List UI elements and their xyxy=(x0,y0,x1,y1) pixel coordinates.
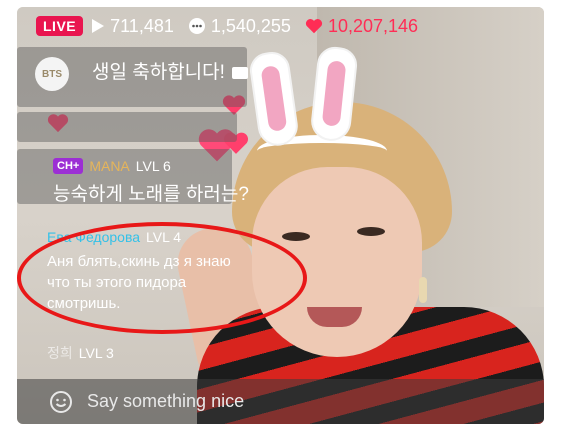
avatar-text: BTS xyxy=(42,68,62,80)
avatar: BTS xyxy=(35,57,69,91)
chat-meta-mana: CH+ MANA LVL 6 xyxy=(53,158,171,174)
comment-input-bar xyxy=(17,379,544,424)
view-count: 711,481 xyxy=(91,16,174,37)
chat-row-bg xyxy=(17,112,237,142)
chat-level: LVL 6 xyxy=(135,158,171,174)
chat-username[interactable]: 정희 xyxy=(47,343,73,363)
chat-level: LVL 3 xyxy=(78,345,114,361)
smiley-icon[interactable] xyxy=(49,390,73,414)
chat-message-mana: 능숙하게 노래를 하러는? xyxy=(53,179,249,206)
live-badge: LIVE xyxy=(36,16,84,36)
view-count-value: 711,481 xyxy=(110,15,174,36)
comment-bubble-icon xyxy=(188,17,206,35)
comment-input[interactable] xyxy=(85,390,389,413)
play-icon xyxy=(91,18,105,34)
chat-message-birthday: 생일 축하합니다! xyxy=(92,57,249,84)
chat-message-text: 생일 축하합니다! xyxy=(92,62,225,83)
chat-username[interactable]: MANA xyxy=(89,158,129,174)
streamer-earring xyxy=(419,277,427,303)
heart-count-value: 10,207,146 xyxy=(327,15,419,36)
chat-message-text: 능숙하게 노래를 하러는? xyxy=(53,184,249,205)
live-stream-frame: BTS 생일 축하합니다! CH+ MANA LVL 6 능숙하게 노래를 하러… xyxy=(17,7,544,424)
comment-count: 1,540,255 xyxy=(188,16,291,37)
comment-count-value: 1,540,255 xyxy=(210,15,291,36)
stream-stats-bar: LIVE 711,481 1,540,255 10,207,146 xyxy=(36,15,432,37)
cake-emoji-icon xyxy=(232,66,249,79)
ch-plus-badge: CH+ xyxy=(53,158,84,174)
chat-meta-fourth: 정희 LVL 3 xyxy=(47,343,114,363)
heart-count: 10,207,146 xyxy=(305,16,418,37)
streamer-eye-left xyxy=(282,232,310,241)
red-highlight-circle xyxy=(17,222,307,334)
heart-icon xyxy=(305,18,323,34)
streamer-eye-right xyxy=(357,227,385,236)
